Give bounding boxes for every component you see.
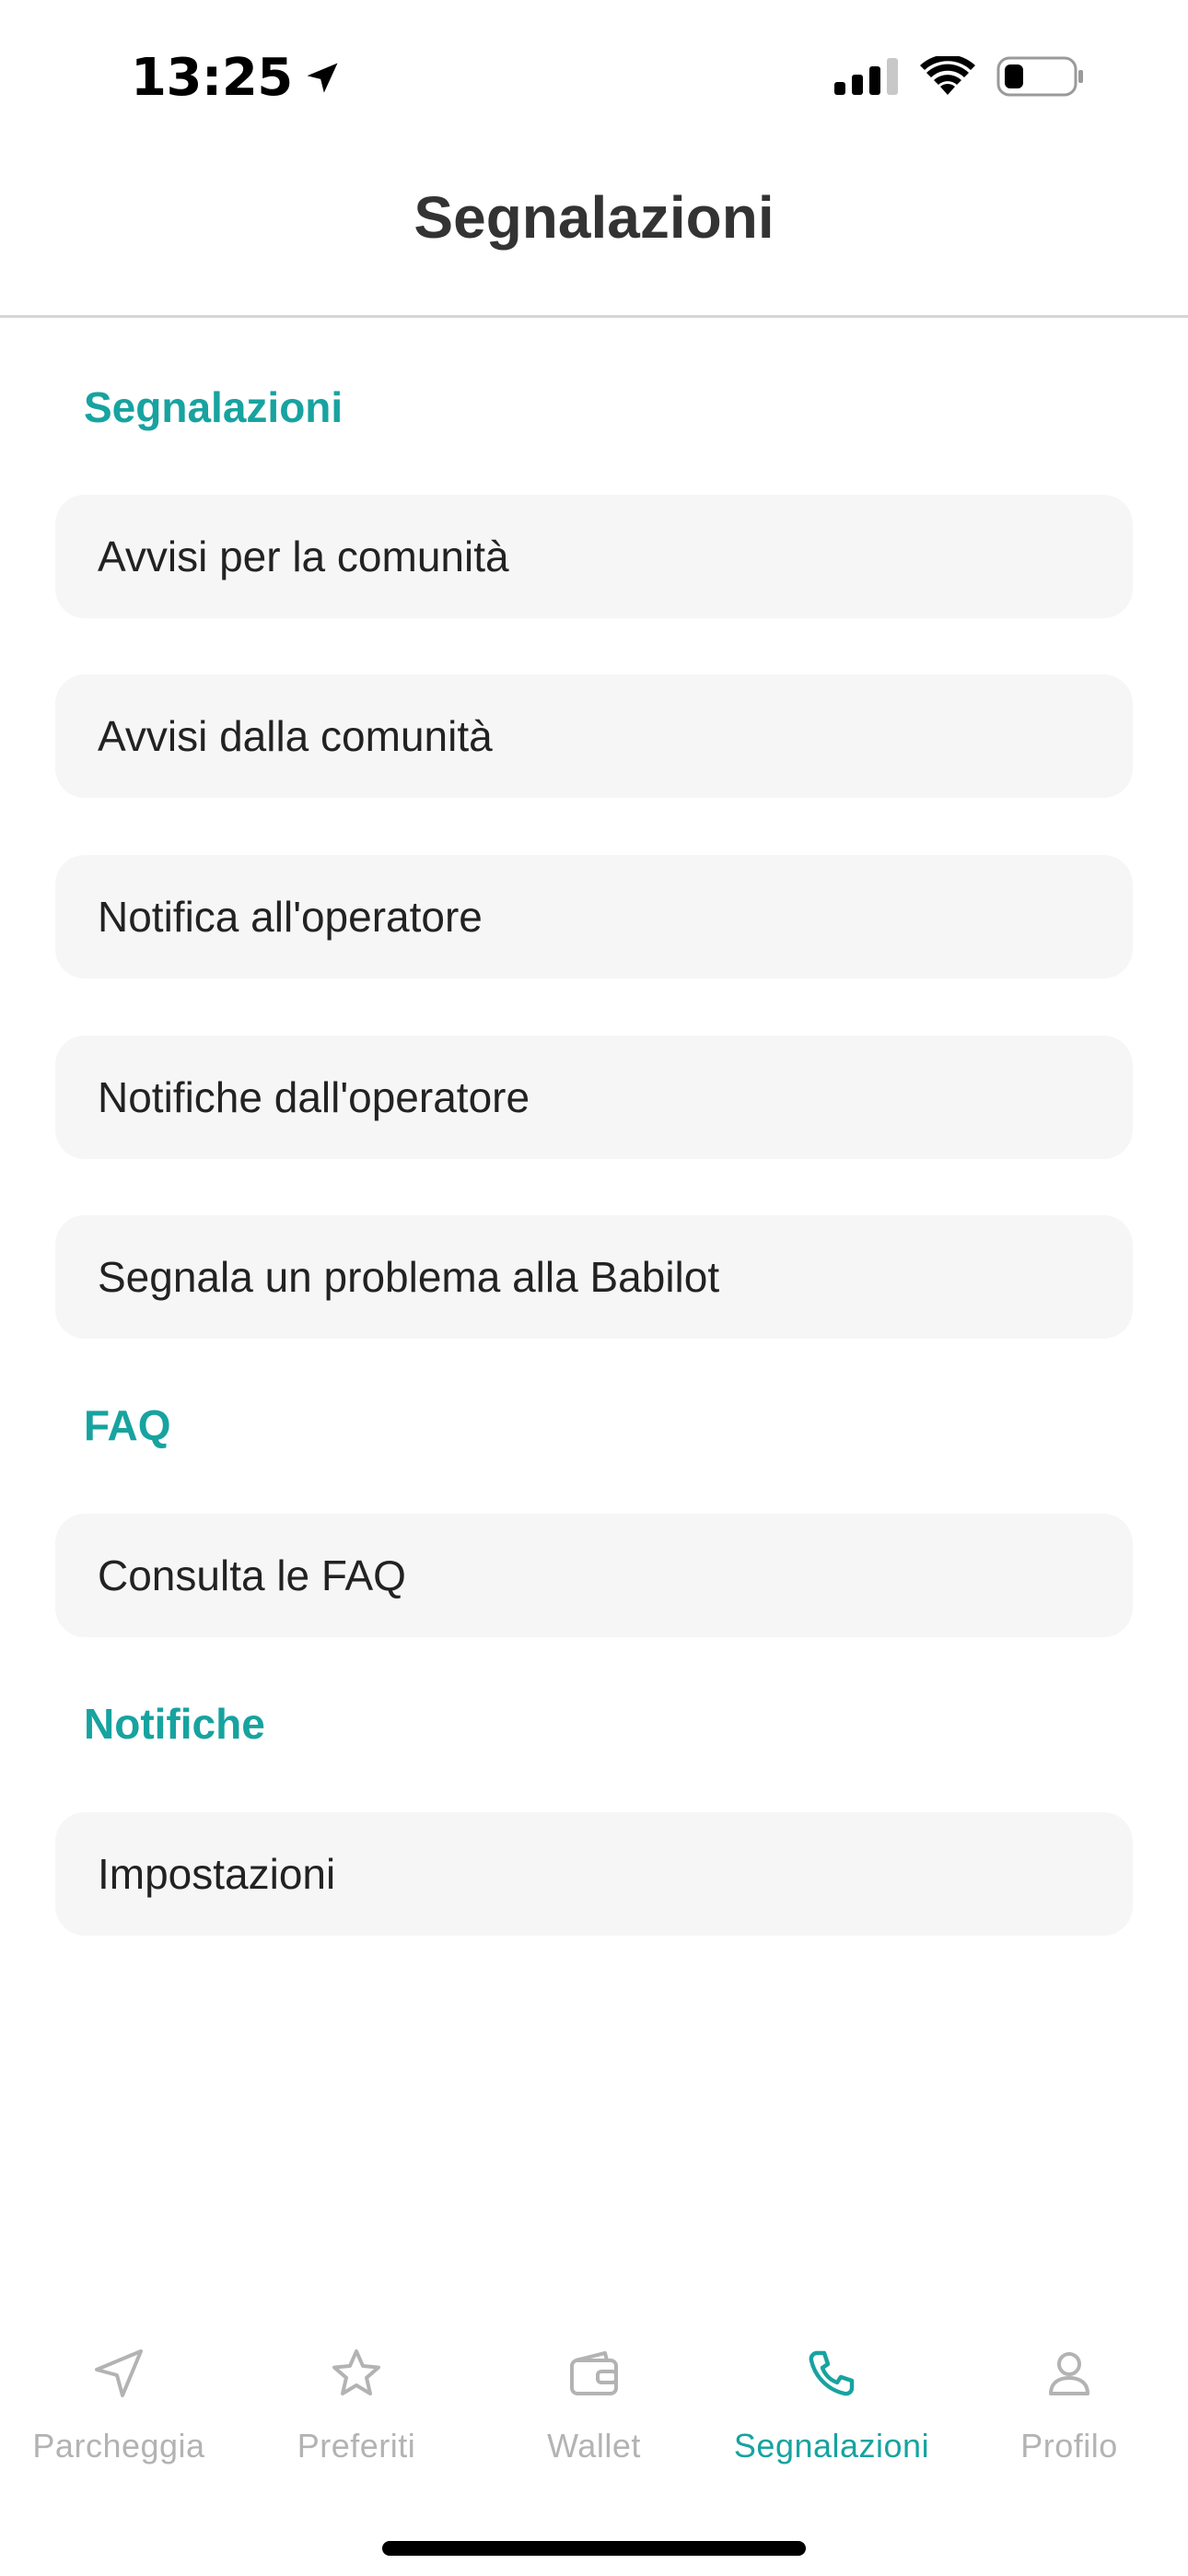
tab-label-segnalazioni: Segnalazioni <box>733 2427 930 2465</box>
tab-profilo[interactable]: Profilo <box>950 2322 1188 2506</box>
section-title-notifiche: Notifiche <box>84 1700 265 1748</box>
battery-icon <box>996 56 1083 97</box>
section-title-faq: FAQ <box>84 1401 171 1449</box>
wallet-icon <box>570 2351 618 2395</box>
section-title-segnalazioni: Segnalazioni <box>84 383 344 431</box>
cellular-signal-icon <box>834 58 898 95</box>
list-item-segnala-problema[interactable]: Segnala un problema alla Babilot <box>55 1215 1133 1339</box>
navigation-arrow-icon <box>95 2349 143 2397</box>
tab-preferiti[interactable]: Preferiti <box>238 2322 475 2506</box>
tab-label-preferiti: Preferiti <box>297 2427 416 2465</box>
header: Segnalazioni <box>0 157 1188 318</box>
list-item-consulta-faq[interactable]: Consulta le FAQ <box>55 1514 1133 1637</box>
tab-label-profilo: Profilo <box>1020 2427 1118 2465</box>
tab-bar: Parcheggia Preferiti Wallet Segnalazioni… <box>0 2322 1188 2506</box>
tab-label-wallet: Wallet <box>547 2427 641 2465</box>
home-indicator[interactable] <box>382 2541 806 2556</box>
list-item-notifica-operatore[interactable]: Notifica all'operatore <box>55 855 1133 978</box>
wifi-icon <box>920 56 975 95</box>
list-item-impostazioni[interactable]: Impostazioni <box>55 1812 1133 1936</box>
tab-label-parcheggia: Parcheggia <box>32 2427 205 2465</box>
tab-parcheggia[interactable]: Parcheggia <box>0 2322 238 2506</box>
list-item-notifiche-operatore[interactable]: Notifiche dall'operatore <box>55 1036 1133 1159</box>
list-item-avvisi-dalla-comunita[interactable]: Avvisi dalla comunità <box>55 674 1133 798</box>
list-item-avvisi-per-la-comunita[interactable]: Avvisi per la comunità <box>55 495 1133 618</box>
star-icon <box>332 2349 380 2395</box>
tab-segnalazioni[interactable]: Segnalazioni <box>713 2322 950 2506</box>
user-icon <box>1049 2352 1089 2395</box>
page-title: Segnalazioni <box>413 184 775 251</box>
location-arrow-icon <box>307 63 338 93</box>
tab-wallet[interactable]: Wallet <box>475 2322 713 2506</box>
status-bar: 13:25 <box>0 0 1188 157</box>
status-time: 13:25 <box>131 48 293 108</box>
phone-icon <box>809 2350 855 2396</box>
